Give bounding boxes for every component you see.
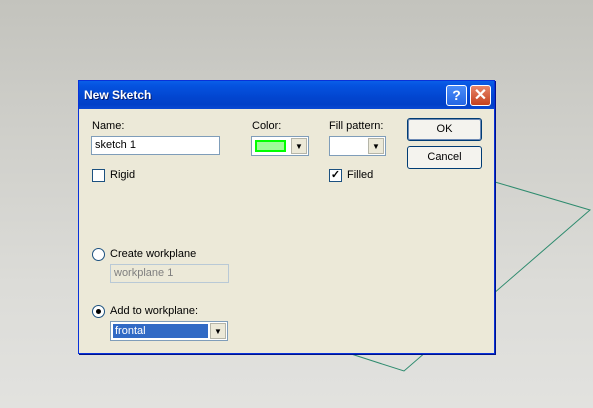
help-icon: ? xyxy=(452,87,461,103)
create-workplane-radio[interactable] xyxy=(92,248,105,261)
filled-label: Filled xyxy=(347,169,374,181)
add-to-workplane-label: Add to workplane: xyxy=(110,305,199,317)
chevron-down-icon[interactable]: ▼ xyxy=(210,323,226,339)
color-swatch xyxy=(255,140,286,152)
color-dropdown[interactable]: ▼ xyxy=(251,136,309,156)
close-icon: ✕ xyxy=(473,87,488,104)
close-button[interactable]: ✕ xyxy=(470,85,491,106)
name-label: Name: xyxy=(92,120,125,132)
cancel-button[interactable]: Cancel xyxy=(407,146,482,169)
rigid-checkbox[interactable] xyxy=(92,169,105,182)
filled-checkbox[interactable]: ✓ xyxy=(329,169,342,182)
radio-selected-dot xyxy=(96,309,101,314)
fill-pattern-label: Fill pattern: xyxy=(329,120,384,132)
workplane-dropdown[interactable]: frontal ▼ xyxy=(110,321,228,341)
chevron-down-icon[interactable]: ▼ xyxy=(291,138,307,154)
ok-button[interactable]: OK xyxy=(407,118,482,141)
dialog-title: New Sketch xyxy=(84,88,152,102)
new-sketch-dialog: New Sketch ? ✕ Name: sketch 1 Color: ▼ F… xyxy=(78,80,495,354)
create-workplane-label: Create workplane xyxy=(110,248,197,260)
title-bar[interactable]: New Sketch ? ✕ xyxy=(79,81,494,109)
color-label: Color: xyxy=(252,120,282,132)
check-icon: ✓ xyxy=(330,169,341,181)
workplane-name-input[interactable]: workplane 1 xyxy=(110,264,229,283)
fill-pattern-dropdown[interactable]: ▼ xyxy=(329,136,386,156)
name-input[interactable]: sketch 1 xyxy=(91,136,220,155)
chevron-down-icon[interactable]: ▼ xyxy=(368,138,384,154)
help-button[interactable]: ? xyxy=(446,85,467,106)
rigid-label: Rigid xyxy=(110,169,136,181)
add-to-workplane-radio[interactable] xyxy=(92,305,105,318)
workplane-selected-value: frontal xyxy=(113,324,208,338)
